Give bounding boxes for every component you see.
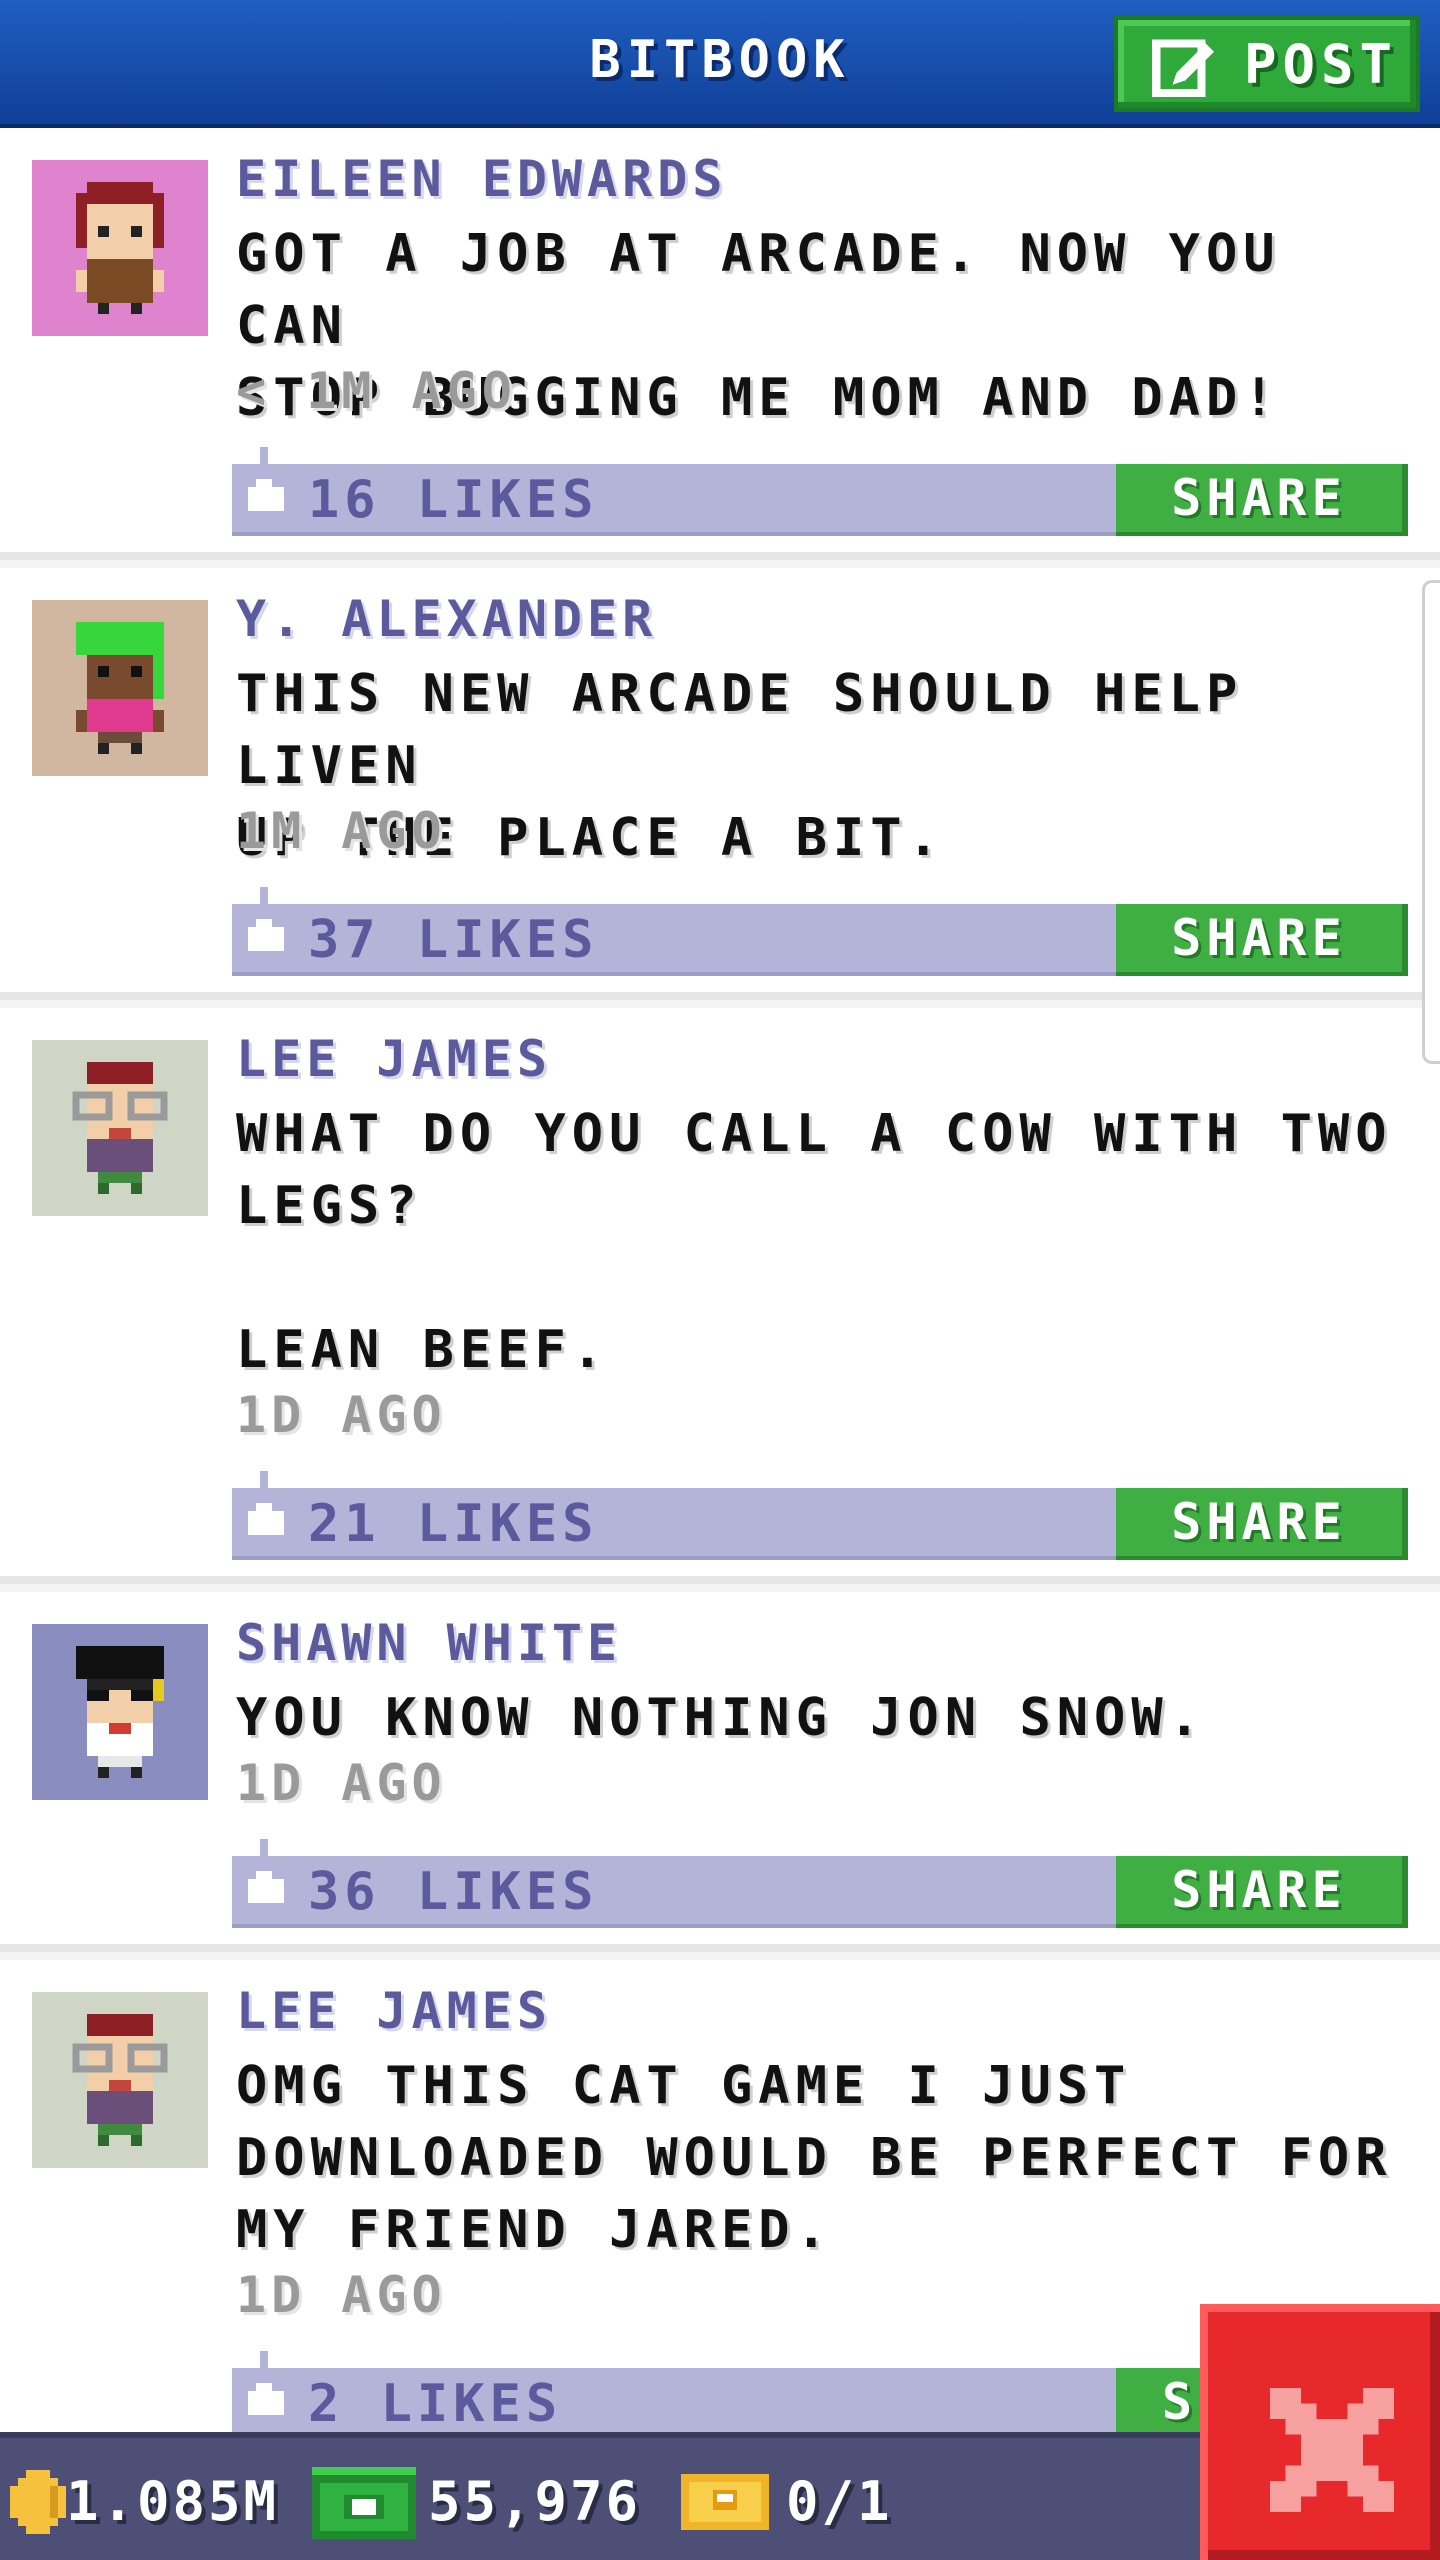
coin-balance: 1.085M xyxy=(66,2470,280,2533)
post-author[interactable]: LEE JAMES xyxy=(236,1030,552,1088)
post-button[interactable]: POST xyxy=(1114,16,1420,112)
thumbs-up-icon xyxy=(248,447,284,511)
likes-count: 36 LIKES xyxy=(308,1862,599,1922)
likes-count: 21 LIKES xyxy=(308,1494,599,1554)
post-message: OMG THIS CAT GAME I JUST DOWNLOADED WOUL… xyxy=(236,2056,1393,2260)
share-button[interactable]: SHARE xyxy=(1116,464,1408,536)
post-message: WHAT DO YOU CALL A COW WITH TWO LEGS? LE… xyxy=(236,1104,1393,1380)
avatar[interactable] xyxy=(32,1040,208,1216)
like-button[interactable]: 16 LIKES SHARE xyxy=(232,447,1408,536)
avatar[interactable] xyxy=(32,1992,208,2168)
post-author[interactable]: Y. ALEXANDER xyxy=(236,590,657,648)
close-icon xyxy=(1270,2388,1394,2512)
avatar[interactable] xyxy=(32,160,208,336)
cash-icon xyxy=(312,2467,416,2539)
like-button[interactable]: 21 LIKES SHARE xyxy=(232,1471,1408,1560)
share-button[interactable]: SHARE xyxy=(1116,1856,1408,1928)
close-button[interactable] xyxy=(1200,2304,1440,2560)
thumbs-up-icon xyxy=(248,887,284,951)
like-button[interactable]: 37 LIKES SHARE xyxy=(232,887,1408,976)
likes-count: 2 LIKES xyxy=(308,2374,563,2432)
thumbs-up-icon xyxy=(248,1839,284,1903)
share-button[interactable]: SHARE xyxy=(1116,904,1408,976)
feed-post: Y. ALEXANDER THIS NEW ARCADE SHOULD HELP… xyxy=(0,568,1440,1000)
avatar[interactable] xyxy=(32,600,208,776)
feed-post: EILEEN EDWARDS GOT A JOB AT ARCADE. NOW … xyxy=(0,128,1440,560)
feed-post: SHAWN WHITE YOU KNOW NOTHING JON SNOW. 1… xyxy=(0,1592,1440,1952)
header-bar: BITBOOK POST xyxy=(0,0,1440,128)
edit-icon xyxy=(1152,39,1214,97)
post-message: YOU KNOW NOTHING JON SNOW. xyxy=(236,1688,1206,1748)
ticket-icon xyxy=(681,2474,769,2530)
avatar-character-icon xyxy=(76,622,164,754)
likes-count: 37 LIKES xyxy=(308,910,599,970)
post-author[interactable]: SHAWN WHITE xyxy=(236,1614,622,1672)
avatar-character-icon xyxy=(76,1646,164,1778)
post-button-label: POST xyxy=(1244,32,1399,96)
avatar[interactable] xyxy=(32,1624,208,1800)
post-time: 1D AGO xyxy=(236,1754,447,1812)
avatar-character-icon xyxy=(72,1062,168,1194)
thumbs-up-icon xyxy=(248,2351,284,2415)
post-time: 1D AGO xyxy=(236,1386,447,1444)
feed-post: LEE JAMES WHAT DO YOU CALL A COW WITH TW… xyxy=(0,1008,1440,1584)
post-time: < 1M AGO xyxy=(236,362,517,420)
feed-list[interactable]: EILEEN EDWARDS GOT A JOB AT ARCADE. NOW … xyxy=(0,128,1440,2432)
avatar-character-icon xyxy=(72,2014,168,2146)
share-button[interactable]: SHARE xyxy=(1116,1488,1408,1560)
like-button[interactable]: 36 LIKES SHARE xyxy=(232,1839,1408,1928)
likes-count: 16 LIKES xyxy=(308,470,599,530)
post-author[interactable]: EILEEN EDWARDS xyxy=(236,150,727,208)
post-author[interactable]: LEE JAMES xyxy=(236,1982,552,2040)
scroll-indicator[interactable] xyxy=(1422,580,1440,1064)
post-time: 1D AGO xyxy=(236,2266,447,2324)
thumbs-up-icon xyxy=(248,1471,284,1535)
avatar-character-icon xyxy=(76,182,164,314)
ticket-count: 0/1 xyxy=(786,2470,893,2533)
coin-icon xyxy=(10,2470,66,2534)
cash-balance: 55,976 xyxy=(428,2470,642,2533)
post-time: 1M AGO xyxy=(236,802,447,860)
